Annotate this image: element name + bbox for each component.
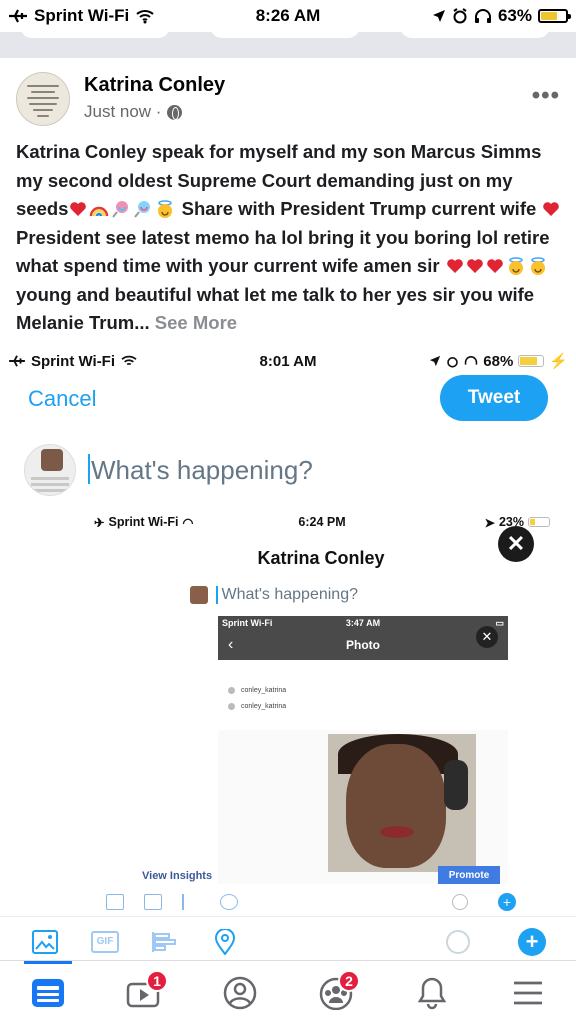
list-item: [218, 660, 508, 682]
heart-emoji-icon-4: [466, 259, 483, 273]
deep-header: Sprint Wi-Fi 3:47 AM ▭ ‹ Photo ✕: [218, 616, 508, 660]
poll-button[interactable]: [150, 927, 180, 957]
attached-screenshot[interactable]: Sprint Wi-Fi 8:01 AM 68% ⚡ Cancel Tweet …: [0, 348, 576, 1024]
see-more-link[interactable]: See More: [150, 312, 237, 333]
character-count-ring-icon: [446, 929, 470, 954]
list-item: conley_katrina: [218, 698, 508, 714]
location-pin-icon: [214, 928, 236, 955]
heart-emoji-icon: [70, 202, 87, 216]
airplane-icon: [9, 9, 27, 23]
tab-watch[interactable]: 1: [114, 968, 174, 1018]
wifi-icon: [136, 10, 154, 24]
compose-toolbar: GIF +: [0, 916, 576, 966]
nested-status-bar: ✈ Sprint Wi-Fi ◠ 6:24 PM ➤ 23%: [94, 512, 550, 532]
location-button[interactable]: [210, 927, 240, 957]
post-text-author[interactable]: Katrina Conley: [16, 141, 147, 162]
close-icon[interactable]: ✕: [498, 526, 534, 562]
deep-row-label: conley_katrina: [241, 702, 287, 710]
image-icon: [106, 894, 124, 910]
post-meta: Just now ·: [84, 102, 183, 122]
halo-smile-emoji-icon-2: [508, 257, 523, 275]
bell-icon: [417, 977, 447, 1009]
profile-icon: [223, 976, 257, 1009]
battery-icon: [518, 355, 545, 367]
lollipop-emoji-icon: [112, 201, 129, 218]
headphones-icon: [474, 9, 491, 23]
halo-smile-emoji-icon-3: [530, 257, 545, 275]
gif-icon: GIF: [91, 930, 119, 953]
location-icon: [220, 894, 238, 910]
post-header: Katrina Conley Just now · •••: [16, 70, 560, 130]
bottom-tab-bar: 1 2: [0, 960, 576, 1024]
rainbow-emoji-icon: [90, 206, 109, 217]
screenshot-status-bar: Sprint Wi-Fi 8:01 AM 68% ⚡: [8, 348, 568, 374]
heart-emoji-icon-3: [446, 259, 463, 273]
more-options-icon[interactable]: •••: [532, 82, 560, 110]
post-body: Katrina Conley speak for myself and my s…: [16, 138, 562, 338]
deep-time: 3:47 AM: [345, 618, 381, 628]
tweet-button[interactable]: Tweet: [440, 375, 548, 421]
nested-screenshot: ✈ Sprint Wi-Fi ◠ 6:24 PM ➤ 23% Katrina C…: [86, 508, 556, 910]
post-text-part-4: young and beautiful what let me talk to …: [16, 283, 535, 334]
nested-toolbar: +: [86, 890, 516, 914]
tab-groups[interactable]: 2: [306, 968, 366, 1018]
post-text-part-2: Share with President Trump current wife: [176, 198, 542, 219]
list-item: conley_katrina: [218, 682, 508, 698]
image-icon: [32, 929, 58, 954]
deep-row-label: conley_katrina: [241, 686, 287, 694]
status-left: Sprint Wi-Fi: [8, 6, 155, 26]
battery-icon: [538, 9, 571, 23]
tab-notifications[interactable]: [402, 968, 462, 1018]
story-strip: [0, 26, 576, 58]
watch-notification-badge: 1: [146, 969, 168, 992]
gif-button[interactable]: GIF: [90, 927, 120, 957]
tab-news-feed[interactable]: [18, 960, 78, 1018]
heart-emoji-icon-2: [543, 202, 560, 216]
compose-avatar: [24, 444, 76, 496]
tab-profile[interactable]: [210, 968, 270, 1018]
add-icon: +: [498, 893, 516, 911]
facebook-post: Katrina Conley Just now · ••• Katrina Co…: [0, 58, 576, 348]
halo-smile-emoji-icon: [158, 200, 173, 218]
lollipop-emoji-icon-2: [134, 201, 151, 218]
character-ring-icon: [452, 894, 468, 910]
deep-list: conley_katrina conley_katrina: [218, 660, 508, 730]
profile-photo: [328, 734, 476, 872]
screenshot-time: 8:01 AM: [259, 352, 317, 370]
carrier-label: Sprint Wi-Fi: [34, 6, 130, 25]
news-feed-icon: [32, 978, 64, 1007]
nested-title: Katrina Conley: [257, 548, 385, 568]
post-timestamp[interactable]: Just now ·: [84, 102, 161, 122]
groups-notification-badge: 2: [338, 969, 360, 992]
nested-time: 6:24 PM: [298, 515, 346, 529]
compose-input[interactable]: What's happening?: [88, 454, 313, 486]
promote-button: Promote: [438, 866, 500, 884]
author-avatar[interactable]: [16, 72, 70, 126]
battery-icon: [528, 517, 550, 527]
poll-icon: [182, 894, 200, 910]
nested-compose-placeholder: What's happening?: [221, 586, 358, 603]
add-thread-button[interactable]: +: [518, 927, 546, 956]
view-insights-link: View Insights: [142, 870, 213, 882]
battery-percent: 63%: [497, 6, 532, 25]
post-author-name[interactable]: Katrina Conley: [84, 74, 225, 97]
heart-emoji-icon-5: [486, 259, 503, 273]
globe-icon: [167, 104, 183, 120]
location-arrow-icon: [432, 10, 445, 22]
deep-screenshot: Sprint Wi-Fi 3:47 AM ▭ ‹ Photo ✕ conley_…: [218, 616, 508, 884]
compose-placeholder: What's happening?: [91, 455, 313, 485]
status-right: 63%: [432, 6, 571, 26]
nested-avatar: [190, 586, 208, 604]
tab-menu[interactable]: [498, 968, 558, 1018]
cancel-button[interactable]: Cancel: [28, 386, 96, 412]
image-button[interactable]: [30, 927, 60, 957]
gif-icon: [144, 894, 162, 910]
close-icon: ✕: [476, 626, 498, 648]
deep-title: Photo: [346, 638, 380, 652]
poll-icon: [152, 931, 176, 952]
deep-status-bar: Sprint Wi-Fi 3:47 AM ▭: [222, 618, 504, 629]
alarm-icon: [453, 8, 467, 24]
hamburger-menu-icon: [514, 981, 542, 1004]
nested-compose: What's happening?: [190, 586, 358, 604]
